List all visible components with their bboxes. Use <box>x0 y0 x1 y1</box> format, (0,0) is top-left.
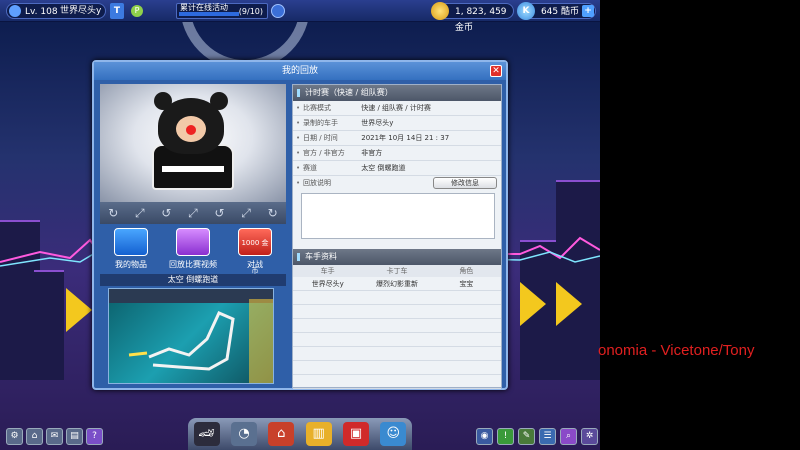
table-row <box>293 319 501 333</box>
black-sidebar <box>600 0 800 450</box>
close-button[interactable]: ✕ <box>490 65 502 77</box>
driver-table-header: 车手 卡丁车 角色 <box>293 265 501 277</box>
rotate-icon[interactable]: ↻ <box>106 206 120 220</box>
home-icon[interactable]: ⌂ <box>26 428 43 445</box>
expand-icon[interactable]: ⤢ <box>186 206 200 220</box>
info-row: 回放说明 修改信息 <box>293 176 501 191</box>
title-button[interactable]: T <box>110 3 124 19</box>
username-label[interactable]: 世界尽头y <box>60 3 101 19</box>
main-menu-dock: 🏎 ◔ ⌂ ▥ ▣ ☺ <box>188 418 412 450</box>
driver-section: 车手资料 车手 卡丁车 角色 世界尽头y 爆烈幻影重新 宝宝 <box>293 249 501 389</box>
gold-coin-icon <box>431 2 449 20</box>
table-row <box>293 291 501 305</box>
table-row[interactable]: 世界尽头y 爆烈幻影重新 宝宝 <box>293 277 501 291</box>
table-row <box>293 333 501 347</box>
expand-icon[interactable]: ⤢ <box>239 206 253 220</box>
task-progress-fill <box>179 12 239 16</box>
rotate-left-icon[interactable]: ↺ <box>213 206 227 220</box>
friends-icon[interactable]: ☰ <box>539 428 556 445</box>
track-layout-icon <box>109 289 273 383</box>
character-preview[interactable] <box>100 84 286 202</box>
table-row <box>293 305 501 319</box>
background-building <box>556 180 600 380</box>
track-name: 太空 倒螺跑道 <box>100 274 286 286</box>
replay-info-panel: 计时赛（快速 / 组队赛） 比赛模式 快速 / 组队赛 / 计时赛 录制的车手 … <box>292 84 502 389</box>
bottom-right-toolbar: ◉ ! ✎ ☰ ⌕ ✲ <box>476 428 598 445</box>
help-icon[interactable]: ? <box>86 428 103 445</box>
game-screen: Lv. 108 世界尽头y T P 累计在线活动 (9/10) 1, 823, … <box>0 0 600 450</box>
mail-icon[interactable]: ✉ <box>46 428 63 445</box>
battle-action[interactable]: 1000 金币 对战 <box>225 228 285 275</box>
rotate-icon[interactable]: ↻ <box>266 206 280 220</box>
replay-notes-textarea[interactable] <box>301 193 495 239</box>
gear-icon[interactable]: ✲ <box>581 428 598 445</box>
my-items-action[interactable]: 我的物品 <box>101 228 161 272</box>
market-icon[interactable]: ▥ <box>305 422 332 446</box>
chevron-arrow-icon <box>66 288 92 332</box>
chevron-arrow-icon <box>520 282 546 326</box>
settings-icon[interactable]: ⚙ <box>6 428 23 445</box>
notice-icon[interactable]: ! <box>497 428 514 445</box>
kcoin-icon: K <box>517 2 535 20</box>
rotate-left-icon[interactable]: ↺ <box>159 206 173 220</box>
shop-icon[interactable]: ⌂ <box>268 422 295 446</box>
background-building <box>34 270 64 380</box>
search-icon[interactable]: ⌕ <box>560 428 577 445</box>
expand-icon[interactable]: ⤢ <box>133 206 147 220</box>
my-replay-dialog: 我的回放 ✕ ↻ ⤢ ↺ ⤢ ↺ ⤢ ↻ 我的物品 回放比赛视频 1000 金币… <box>92 60 508 390</box>
robot-icon[interactable]: ☺ <box>380 422 407 446</box>
info-row: 录制的车手 世界尽头y <box>293 116 501 131</box>
driver-section-header: 车手资料 <box>293 249 501 265</box>
edit-info-button[interactable]: 修改信息 <box>433 177 497 189</box>
bottom-left-toolbar: ⚙ ⌂ ✉ ▤ ? <box>6 428 103 445</box>
preview-rotate-controls: ↻ ⤢ ↺ ⤢ ↺ ⤢ ↻ <box>100 202 286 224</box>
add-kcoin-button[interactable]: + <box>582 5 594 17</box>
clock-icon[interactable] <box>271 4 285 18</box>
music-caption: onomia - Vicetone/Tony <box>598 342 755 359</box>
table-row <box>293 347 501 361</box>
my-items-button[interactable] <box>114 228 148 256</box>
online-task-progress[interactable]: 累计在线活动 (9/10) <box>176 3 268 19</box>
replay-preview-panel: ↻ ⤢ ↺ ⤢ ↺ ⤢ ↻ 我的物品 回放比赛视频 1000 金币 对战 太空 … <box>100 84 286 384</box>
info-row: 赛道 太空 倒螺跑道 <box>293 161 501 176</box>
top-status-bar: Lv. 108 世界尽头y T P 累计在线活动 (9/10) 1, 823, … <box>0 0 600 33</box>
info-row: 官方 / 非官方 非官方 <box>293 146 501 161</box>
toolbox-icon[interactable]: ▣ <box>342 422 369 446</box>
info-row: 日期 / 时间 2021年 10月 14日 21 : 37 <box>293 131 501 146</box>
table-row <box>293 375 501 389</box>
info-row: 比赛模式 快速 / 组队赛 / 计时赛 <box>293 101 501 116</box>
character-avatar <box>154 92 228 154</box>
badge-icon[interactable]: ◉ <box>476 428 493 445</box>
replay-video-button[interactable] <box>176 228 210 256</box>
speedometer-icon[interactable]: ◔ <box>230 422 257 446</box>
task-label: 累计在线活动 <box>180 3 228 12</box>
replay-video-action[interactable]: 回放比赛视频 <box>163 228 223 272</box>
replay-actions: 我的物品 回放比赛视频 1000 金币 对战 <box>100 228 286 275</box>
gold-coins-display: 1, 823, 459 金币 <box>431 2 514 33</box>
chevron-arrow-icon <box>556 282 582 326</box>
kcoins-display: K 645 酷币 + <box>517 2 596 20</box>
document-icon[interactable]: ▤ <box>66 428 83 445</box>
level-icon <box>9 5 21 17</box>
track-minimap <box>108 288 274 384</box>
dialog-title: 我的回放 <box>94 62 506 80</box>
chat-icon[interactable]: ✎ <box>518 428 535 445</box>
task-count: (9/10) <box>238 7 263 16</box>
battle-button[interactable]: 1000 金币 <box>238 228 272 275</box>
p-badge-button[interactable]: P <box>131 5 143 17</box>
kart-garage-icon[interactable]: 🏎 <box>193 422 220 446</box>
info-section-header: 计时赛（快速 / 组队赛） <box>293 85 501 101</box>
table-row <box>293 361 501 375</box>
